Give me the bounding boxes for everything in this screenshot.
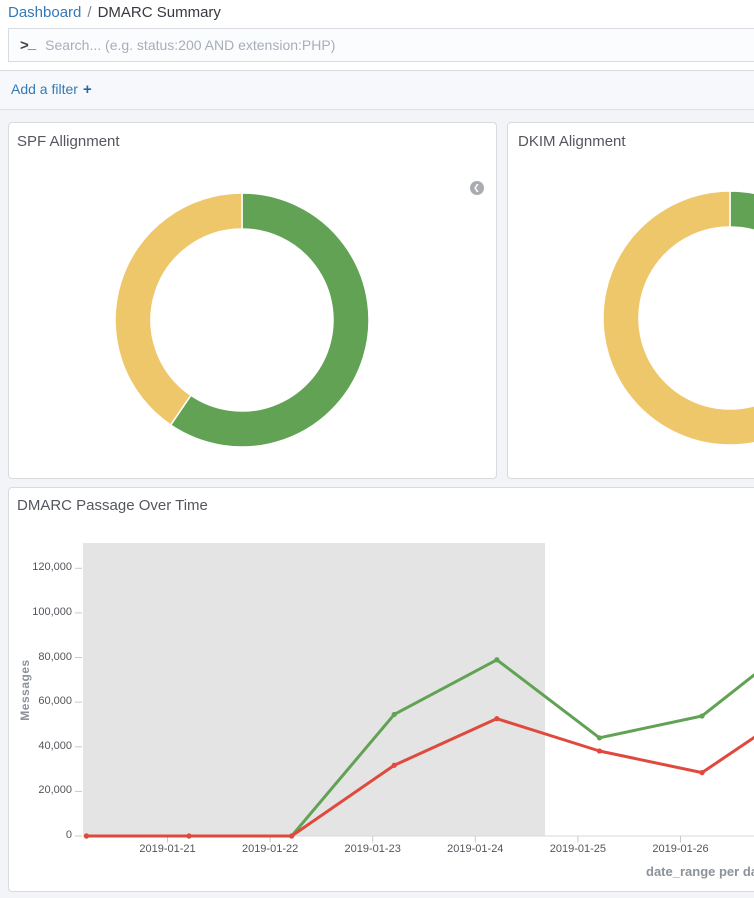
data-point-red[interactable] xyxy=(84,833,89,838)
chevron-left-icon: ❮ xyxy=(473,181,480,195)
x-axis-title: date_range per day xyxy=(646,864,754,879)
x-tick-label: 2019-01-23 xyxy=(327,843,419,855)
filter-bar: Add a filter+ xyxy=(0,70,754,110)
legend-collapse-button[interactable]: ❮ xyxy=(470,181,484,195)
search-input[interactable] xyxy=(45,29,754,61)
data-point-red[interactable] xyxy=(186,833,191,838)
data-point-red[interactable] xyxy=(494,716,499,721)
panel-title-dkim: DKIM Alignment xyxy=(518,133,626,150)
y-tick-label: 120,000 xyxy=(0,561,72,573)
data-point-green[interactable] xyxy=(699,713,704,718)
panel-title-spf: SPF Allignment xyxy=(17,133,120,150)
y-axis-title: Messages xyxy=(18,659,32,720)
shaded-time-region xyxy=(83,543,545,836)
add-filter-plus-icon: + xyxy=(78,81,92,98)
y-tick-label: 80,000 xyxy=(0,651,72,663)
x-tick-label: 2019-01-24 xyxy=(429,843,521,855)
data-point-green[interactable] xyxy=(494,657,499,662)
data-point-red[interactable] xyxy=(597,748,602,753)
breadcrumb-current-page: DMARC Summary xyxy=(98,4,221,21)
y-tick-label: 0 xyxy=(0,829,72,841)
data-point-red[interactable] xyxy=(289,833,294,838)
donut-slice-green[interactable] xyxy=(730,191,754,265)
breadcrumb: Dashboard/DMARC Summary xyxy=(8,4,221,21)
terminal-prompt-icon: >_ xyxy=(9,37,45,54)
breadcrumb-separator: / xyxy=(81,4,97,21)
x-tick-label: 2019-01-26 xyxy=(635,843,727,855)
data-point-green[interactable] xyxy=(392,712,397,717)
dkim-donut-chart[interactable] xyxy=(590,178,754,458)
breadcrumb-dashboard-link[interactable]: Dashboard xyxy=(8,4,81,21)
x-tick-label: 2019-01-21 xyxy=(122,843,214,855)
search-box[interactable]: >_ xyxy=(8,28,754,62)
x-tick-label: 2019-01-25 xyxy=(532,843,624,855)
data-point-red[interactable] xyxy=(392,763,397,768)
x-tick-label: 2019-01-22 xyxy=(224,843,316,855)
dashboard-page: Dashboard/DMARC Summary >_ Add a filter+… xyxy=(0,0,754,898)
donut-slice-yellow[interactable] xyxy=(603,191,754,445)
data-point-green[interactable] xyxy=(597,735,602,740)
dmarc-line-chart[interactable] xyxy=(63,543,754,843)
donut-slice-yellow[interactable] xyxy=(115,193,242,425)
panel-title-dmarc: DMARC Passage Over Time xyxy=(17,497,208,514)
y-tick-label: 20,000 xyxy=(0,784,72,796)
add-filter-button[interactable]: Add a filter+ xyxy=(11,81,92,98)
spf-donut-chart[interactable] xyxy=(102,180,382,460)
query-bar-section: Dashboard/DMARC Summary >_ xyxy=(0,0,754,70)
y-tick-label: 60,000 xyxy=(0,695,72,707)
y-tick-label: 40,000 xyxy=(0,740,72,752)
data-point-red[interactable] xyxy=(699,770,704,775)
y-tick-label: 100,000 xyxy=(0,606,72,618)
